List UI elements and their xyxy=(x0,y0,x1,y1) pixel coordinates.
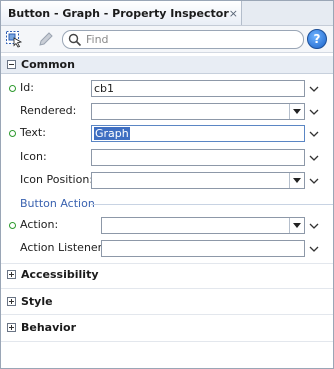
chevron-down-icon[interactable] xyxy=(309,107,319,117)
id-input[interactable]: cb1 xyxy=(91,80,305,97)
dropdown-arrow-icon[interactable] xyxy=(289,104,304,119)
subheading-divider xyxy=(91,204,333,205)
section-divider xyxy=(1,288,333,289)
text-input[interactable]: Graph xyxy=(91,125,305,142)
chevron-down-icon[interactable] xyxy=(309,129,319,139)
section-behavior-label: Behavior xyxy=(21,321,77,334)
search-icon xyxy=(68,33,82,46)
search-field[interactable]: Find xyxy=(62,30,304,49)
section-style-label: Style xyxy=(21,295,53,308)
text-label: Text: xyxy=(20,126,46,139)
property-inspector-panel: Button - Graph - Property Inspector × Fi… xyxy=(0,0,334,369)
section-divider xyxy=(1,341,333,342)
inspector-toolbar: Find ? xyxy=(1,26,333,53)
dropdown-arrow-icon[interactable] xyxy=(289,218,304,233)
panel-titlebar: Button - Graph - Property Inspector × xyxy=(1,1,333,26)
section-accessibility[interactable]: Accessibility xyxy=(1,266,333,283)
expand-toggle-icon[interactable] xyxy=(7,323,16,332)
rendered-select[interactable] xyxy=(91,103,305,120)
dropdown-arrow-icon[interactable] xyxy=(289,173,304,188)
chevron-down-icon[interactable] xyxy=(309,221,319,231)
icon-input[interactable] xyxy=(91,149,305,166)
section-divider xyxy=(1,263,333,264)
icon-position-select[interactable] xyxy=(91,172,305,189)
text-value[interactable]: Graph xyxy=(94,127,130,140)
panel-title: Button - Graph - Property Inspector xyxy=(8,6,229,20)
help-icon[interactable]: ? xyxy=(307,29,327,49)
section-common-label: Common xyxy=(21,58,75,71)
id-label: Id: xyxy=(20,81,34,94)
button-action-heading: Button Action xyxy=(20,197,95,210)
id-value[interactable]: cb1 xyxy=(94,82,114,95)
action-label: Action: xyxy=(20,218,59,231)
required-indicator-icon xyxy=(9,222,16,229)
action-listener-input[interactable] xyxy=(101,240,305,257)
icon-label: Icon: xyxy=(20,150,47,163)
close-icon[interactable]: × xyxy=(229,7,238,20)
expand-toggle-icon[interactable] xyxy=(7,270,16,279)
section-common[interactable]: Common xyxy=(1,56,333,74)
section-behavior[interactable]: Behavior xyxy=(1,319,333,336)
section-accessibility-label: Accessibility xyxy=(21,268,99,281)
section-divider xyxy=(1,314,333,315)
search-placeholder[interactable]: Find xyxy=(86,33,109,46)
chevron-down-icon[interactable] xyxy=(309,176,319,186)
icon-position-label: Icon Position: xyxy=(20,173,94,186)
required-indicator-icon xyxy=(9,85,16,92)
section-style[interactable]: Style xyxy=(1,293,333,310)
edit-pencil-icon[interactable] xyxy=(37,30,55,48)
chevron-down-icon[interactable] xyxy=(309,244,319,254)
chevron-down-icon[interactable] xyxy=(309,84,319,94)
action-listener-label: Action Listener: xyxy=(20,241,106,254)
action-select[interactable] xyxy=(101,217,305,234)
select-component-icon[interactable] xyxy=(5,30,23,48)
expand-toggle-icon[interactable] xyxy=(7,297,16,306)
collapse-toggle-icon[interactable] xyxy=(7,60,16,69)
property-inspector-tab[interactable]: Button - Graph - Property Inspector × xyxy=(1,1,242,25)
required-indicator-icon xyxy=(9,130,16,137)
rendered-label: Rendered: xyxy=(20,104,77,117)
chevron-down-icon[interactable] xyxy=(309,153,319,163)
